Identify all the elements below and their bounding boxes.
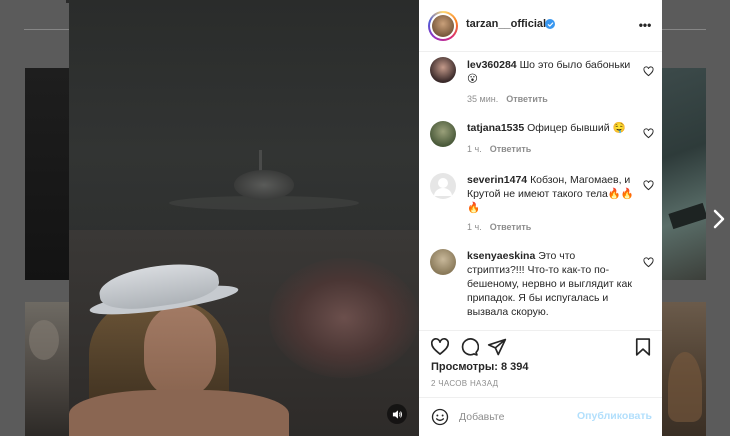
background-post-thumbnail[interactable]: [25, 302, 69, 436]
comment-text: severin1474 Кобзон, Магомаев, и Крутой н…: [467, 174, 634, 214]
video-scene-body: [69, 390, 289, 436]
speaker-icon[interactable]: [387, 404, 407, 424]
post-video[interactable]: [69, 0, 419, 436]
post-header: tarzan__official •••: [419, 0, 662, 52]
commenter-username[interactable]: severin1474: [467, 174, 527, 186]
commenter-username[interactable]: lev360284: [467, 59, 517, 71]
more-options-button[interactable]: •••: [638, 16, 652, 34]
comment-text: tatjana1535 Офицер бывший 🤤: [467, 122, 626, 134]
heart-icon[interactable]: [643, 64, 654, 77]
commenter-avatar[interactable]: [430, 121, 456, 147]
video-scene-face: [144, 306, 216, 396]
author-avatar[interactable]: [428, 11, 458, 41]
post-side-panel: tarzan__official ••• lev360284 Шо это бы…: [419, 0, 662, 436]
commenter-avatar[interactable]: [430, 57, 456, 83]
background-post-thumbnail[interactable]: [662, 302, 706, 436]
video-scene-lamp: [269, 258, 419, 378]
comment-meta: 35 мин. Ответить: [467, 94, 548, 104]
verified-badge-icon: [545, 19, 555, 29]
views-count[interactable]: Просмотры: 8 394: [431, 361, 529, 373]
reply-button[interactable]: Ответить: [490, 144, 532, 154]
heart-icon[interactable]: [430, 337, 450, 357]
comment-time[interactable]: 1 ч.: [467, 144, 482, 154]
commenter-username[interactable]: ksenyaeskina: [467, 250, 535, 262]
default-avatar-icon: [434, 178, 452, 196]
video-scene-fan: [234, 170, 294, 200]
reply-button[interactable]: Ответить: [506, 94, 548, 104]
comment-time[interactable]: 35 мин.: [467, 94, 498, 104]
comments-list: lev360284 Шо это было бабоньки 😮 35 мин.…: [419, 53, 662, 325]
commenter-avatar[interactable]: [430, 173, 456, 199]
heart-icon[interactable]: [643, 126, 654, 139]
emoji-icon[interactable]: [431, 408, 449, 426]
comment-input[interactable]: [459, 409, 569, 425]
comment-text: lev360284 Шо это было бабоньки 😮: [467, 59, 631, 85]
bookmark-icon[interactable]: [633, 337, 653, 357]
commenter-username[interactable]: tatjana1535: [467, 122, 524, 134]
chevron-right-icon[interactable]: [711, 207, 727, 231]
comment-text: ksenyaeskina Это что стриптиз?!!! Что-то…: [467, 250, 632, 318]
share-icon[interactable]: [487, 337, 507, 357]
author-username[interactable]: tarzan__official: [466, 18, 546, 30]
comment-time[interactable]: 1 ч.: [467, 222, 482, 232]
post-timestamp[interactable]: 2 ЧАСОВ НАЗАД: [431, 379, 498, 388]
add-comment-bar: Опубликовать: [419, 397, 662, 436]
background-post-thumbnail[interactable]: [662, 68, 706, 280]
commenter-avatar[interactable]: [430, 249, 456, 275]
publish-button[interactable]: Опубликовать: [577, 410, 652, 422]
comment-meta: 1 ч. Ответить: [467, 222, 531, 232]
heart-icon[interactable]: [643, 178, 654, 191]
comment-icon[interactable]: [459, 337, 480, 357]
background-post-thumbnail[interactable]: [25, 68, 69, 280]
comment-meta: 1 ч. Ответить: [467, 144, 531, 154]
reply-button[interactable]: Ответить: [490, 222, 532, 232]
heart-icon[interactable]: [643, 255, 654, 268]
post-actions-bar: [419, 330, 662, 360]
